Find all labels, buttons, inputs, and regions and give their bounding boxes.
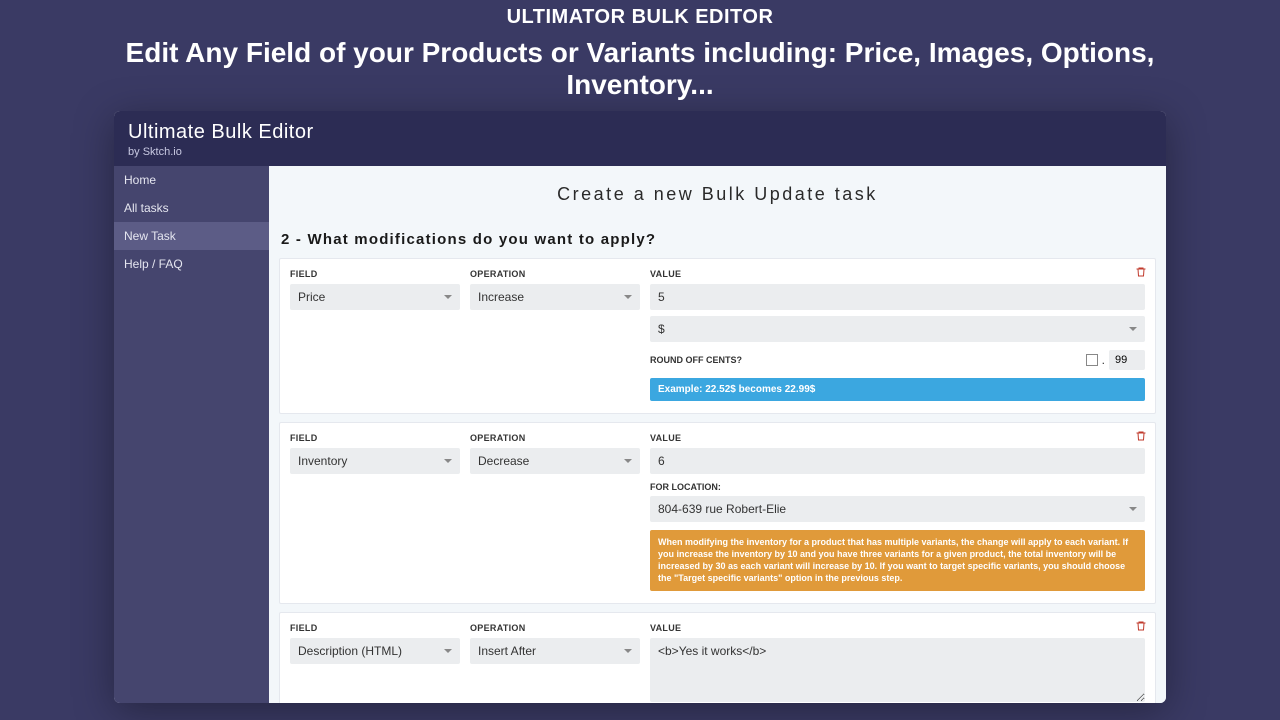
delete-rule-button[interactable] <box>1135 429 1147 443</box>
operation-select[interactable]: Decrease <box>470 448 640 474</box>
sidebar-item-all-tasks[interactable]: All tasks <box>114 194 269 222</box>
value-label: VALUE <box>650 433 1145 443</box>
operation-select[interactable]: Increase <box>470 284 640 310</box>
trash-icon <box>1135 619 1147 633</box>
sidebar-item-home[interactable]: Home <box>114 166 269 194</box>
value-input[interactable] <box>650 448 1145 474</box>
value-label: VALUE <box>650 269 1145 279</box>
chevron-down-icon <box>1129 507 1137 511</box>
decimal-dot: . <box>1102 353 1105 367</box>
rule-card: FIELD Inventory OPERATION Decrease <box>279 422 1156 604</box>
location-select[interactable]: 804-639 rue Robert-Elie <box>650 496 1145 522</box>
rule-card: FIELD Description (HTML) OPERATION Inser… <box>279 612 1156 703</box>
sidebar-item-help-faq[interactable]: Help / FAQ <box>114 250 269 278</box>
cents-input[interactable] <box>1109 350 1145 370</box>
operation-select[interactable]: Insert After <box>470 638 640 664</box>
operation-label: OPERATION <box>470 269 640 279</box>
currency-select[interactable]: $ <box>650 316 1145 342</box>
warning-bar: When modifying the inventory for a produ… <box>650 530 1145 591</box>
chevron-down-icon <box>444 459 452 463</box>
chevron-down-icon <box>444 295 452 299</box>
value-textarea[interactable] <box>650 638 1145 702</box>
app-byline: by Sktch.io <box>128 146 1152 158</box>
field-label: FIELD <box>290 269 460 279</box>
location-label: FOR LOCATION: <box>650 482 1145 492</box>
operation-label: OPERATION <box>470 433 640 443</box>
chevron-down-icon <box>624 459 632 463</box>
app-header: Ultimate Bulk Editor by Sktch.io <box>114 111 1166 166</box>
trash-icon <box>1135 265 1147 279</box>
field-label: FIELD <box>290 433 460 443</box>
app-window: Ultimate Bulk Editor by Sktch.io Home Al… <box>114 111 1166 703</box>
sidebar: Home All tasks New Task Help / FAQ <box>114 166 269 703</box>
example-bar: Example: 22.52$ becomes 22.99$ <box>650 378 1145 401</box>
value-input[interactable] <box>650 284 1145 310</box>
chevron-down-icon <box>444 649 452 653</box>
trash-icon <box>1135 429 1147 443</box>
delete-rule-button[interactable] <box>1135 265 1147 279</box>
page-title: Create a new Bulk Update task <box>279 184 1156 205</box>
chevron-down-icon <box>1129 327 1137 331</box>
sidebar-item-new-task[interactable]: New Task <box>114 222 269 250</box>
app-title: Ultimate Bulk Editor <box>128 121 1152 144</box>
roundoff-checkbox[interactable] <box>1086 354 1098 366</box>
operation-label: OPERATION <box>470 623 640 633</box>
field-select[interactable]: Description (HTML) <box>290 638 460 664</box>
hero-title: ULTIMATOR BULK EDITOR <box>0 0 1280 29</box>
rule-card: FIELD Price OPERATION Increase <box>279 258 1156 414</box>
field-label: FIELD <box>290 623 460 633</box>
field-select[interactable]: Price <box>290 284 460 310</box>
step-title: 2 - What modifications do you want to ap… <box>279 231 1156 248</box>
chevron-down-icon <box>624 295 632 299</box>
value-label: VALUE <box>650 623 1145 633</box>
roundoff-label: ROUND OFF CENTS? <box>650 355 742 365</box>
delete-rule-button[interactable] <box>1135 619 1147 633</box>
hero-subtitle: Edit Any Field of your Products or Varia… <box>0 29 1280 111</box>
chevron-down-icon <box>624 649 632 653</box>
field-select[interactable]: Inventory <box>290 448 460 474</box>
main-content: Create a new Bulk Update task 2 - What m… <box>269 166 1166 703</box>
